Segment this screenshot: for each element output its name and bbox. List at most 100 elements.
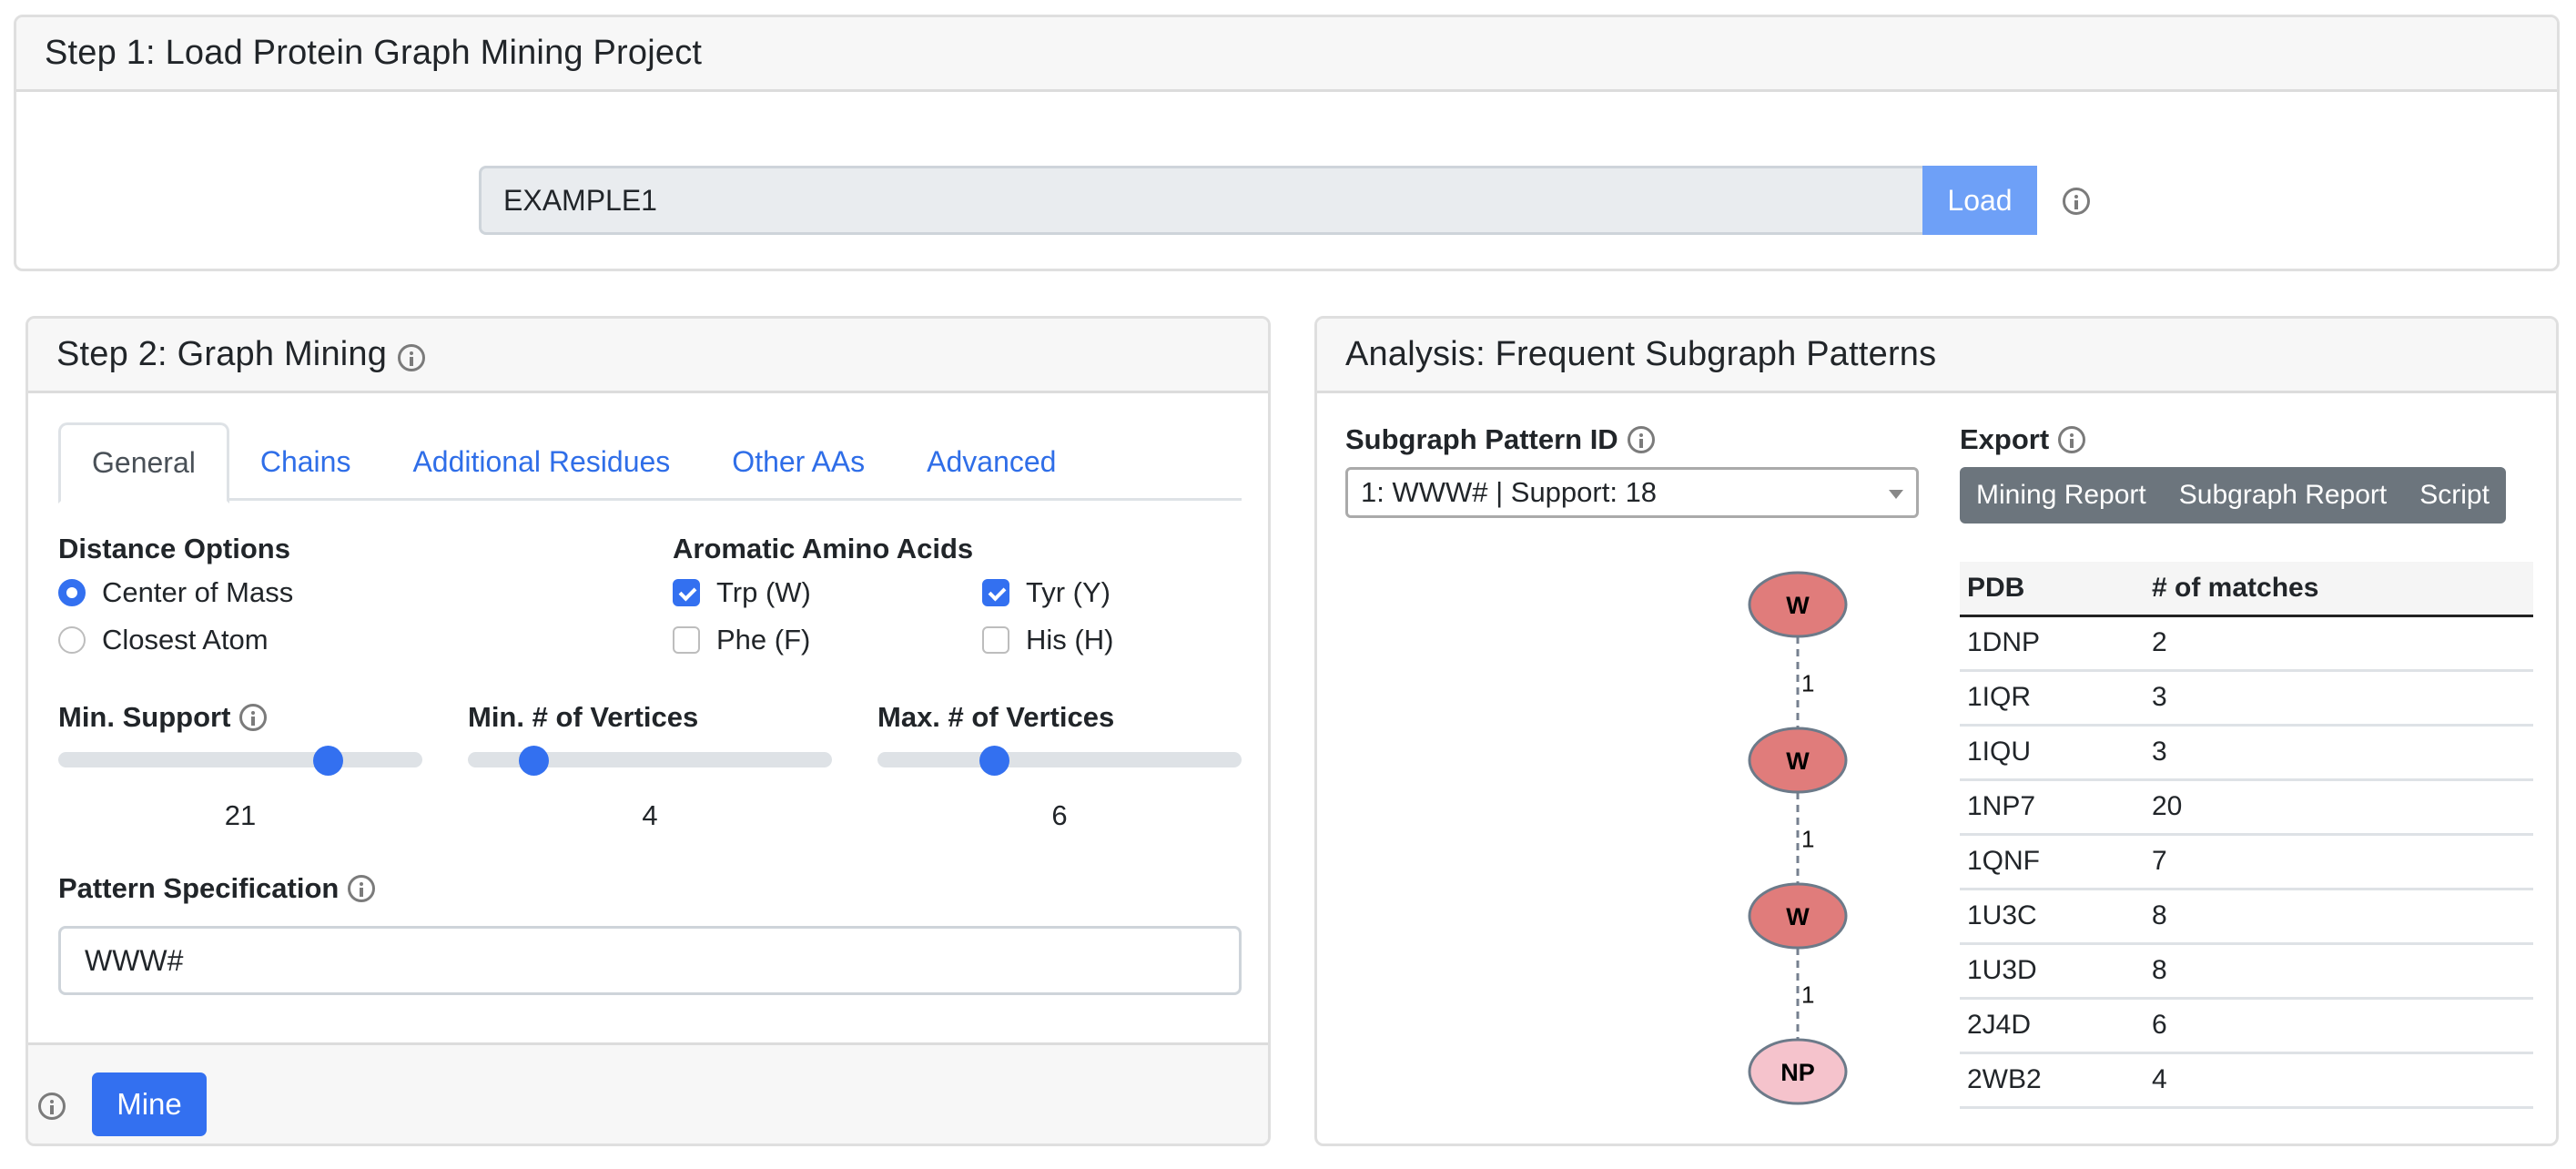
- slider-thumb[interactable]: [313, 745, 343, 776]
- pattern-id-text: Subgraph Pattern ID: [1345, 423, 1618, 455]
- mining-report-button[interactable]: Mining Report: [1960, 467, 2163, 524]
- matches-cell: 3: [2145, 670, 2533, 727]
- pdb-id-cell: 1NP7: [1960, 779, 2145, 836]
- graph-node-label: W: [1786, 903, 1810, 930]
- export-label: Export: [1960, 423, 2086, 456]
- checkbox[interactable]: [673, 579, 700, 606]
- pdb-id-cell: 1IQU: [1960, 725, 2145, 781]
- table-row[interactable]: 1DNP 2: [1960, 615, 2533, 672]
- mining-footer: Mine: [28, 1042, 1268, 1144]
- table-row[interactable]: 1IQU 3: [1960, 725, 2533, 781]
- pdb-id-cell: 1DNP: [1960, 615, 2145, 672]
- mine-button[interactable]: Mine: [92, 1072, 207, 1136]
- table-row[interactable]: 1U3D 8: [1960, 943, 2533, 1000]
- load-project-header: Step 1: Load Protein Graph Mining Projec…: [16, 17, 2557, 92]
- radio-button[interactable]: [58, 626, 86, 654]
- pattern-spec-label: Pattern Specification: [58, 872, 376, 905]
- graph-edge-label: 1: [1801, 981, 1814, 1009]
- checkbox-his[interactable]: His (H): [982, 624, 1113, 656]
- analysis-title: Analysis: Frequent Subgraph Patterns: [1345, 335, 1937, 373]
- export-text: Export: [1960, 423, 2050, 455]
- export-button-group: Mining Report Subgraph Report Script: [1960, 467, 2506, 524]
- pdb-id-cell: 2WB2: [1960, 1052, 2145, 1109]
- info-icon[interactable]: [38, 1093, 66, 1120]
- checkbox-tyr[interactable]: Tyr (Y): [982, 576, 1111, 609]
- checkbox[interactable]: [982, 579, 1009, 606]
- checkbox-label: Trp (W): [716, 576, 811, 608]
- info-icon[interactable]: [239, 704, 268, 731]
- min-support-slider[interactable]: [58, 745, 422, 776]
- min-vertices-slider[interactable]: [468, 745, 832, 776]
- radio-button[interactable]: [58, 579, 86, 606]
- tab-other-aas[interactable]: Other AAs: [701, 422, 896, 501]
- script-button[interactable]: Script: [2403, 467, 2506, 524]
- info-icon[interactable]: [1627, 426, 1655, 453]
- graph-edge-label: 1: [1801, 670, 1814, 697]
- max-vertices-value: 6: [1051, 799, 1068, 831]
- distance-options-label: Distance Options: [58, 533, 290, 564]
- radio-label: Closest Atom: [102, 624, 269, 656]
- tab-advanced[interactable]: Advanced: [896, 422, 1087, 501]
- project-name-input[interactable]: EXAMPLE1: [479, 166, 1939, 235]
- checkbox-label: Tyr (Y): [1026, 576, 1111, 608]
- table-row[interactable]: 1IQR 3: [1960, 670, 2533, 727]
- radio-label: Center of Mass: [102, 576, 294, 608]
- subgraph-report-button[interactable]: Subgraph Report: [2163, 467, 2404, 524]
- matches-cell: 7: [2145, 834, 2533, 890]
- info-icon[interactable]: [2063, 188, 2090, 215]
- radio-closest-atom[interactable]: Closest Atom: [58, 624, 269, 656]
- analysis-card: Analysis: Frequent Subgraph Patterns Sub…: [1314, 316, 2559, 1146]
- table-row[interactable]: 1NP7 20: [1960, 779, 2533, 836]
- graph-node-label: NP: [1780, 1059, 1815, 1086]
- matches-cell: 8: [2145, 889, 2533, 945]
- load-project-title: Step 1: Load Protein Graph Mining Projec…: [45, 34, 703, 72]
- table-row[interactable]: 2WB2 4: [1960, 1052, 2533, 1109]
- graph-edge-label: 1: [1801, 826, 1814, 853]
- table-row[interactable]: 2J4D 6: [1960, 998, 2533, 1054]
- matches-cell: 6: [2145, 998, 2533, 1054]
- table-row[interactable]: 1U3C 8: [1960, 889, 2533, 945]
- matches-cell: 4: [2145, 1052, 2533, 1109]
- graph-mining-title: Step 2: Graph Mining: [56, 335, 388, 373]
- tab-general[interactable]: General: [58, 422, 229, 503]
- header-matches: # of matches: [2145, 562, 2533, 617]
- graph-node-label: W: [1786, 747, 1810, 775]
- checkbox-trp[interactable]: Trp (W): [673, 576, 811, 609]
- pattern-spec-text: Pattern Specification: [58, 872, 340, 904]
- table-row[interactable]: 1QNF 7: [1960, 834, 2533, 890]
- checkbox-phe[interactable]: Phe (F): [673, 624, 810, 656]
- checkbox[interactable]: [673, 626, 700, 654]
- pdb-id-cell: 1U3D: [1960, 943, 2145, 1000]
- header-pdb: PDB: [1960, 562, 2145, 617]
- slider-thumb[interactable]: [979, 745, 1009, 776]
- checkbox[interactable]: [982, 626, 1009, 654]
- min-support-label: Min. Support: [58, 701, 268, 734]
- pdb-id-cell: 1IQR: [1960, 670, 2145, 727]
- radio-center-of-mass[interactable]: Center of Mass: [58, 576, 293, 609]
- graph-mining-card: Step 2: Graph Mining General Chains Addi…: [25, 316, 1271, 1146]
- info-icon[interactable]: [2058, 426, 2086, 453]
- min-vertices-label: Min. # of Vertices: [468, 701, 699, 733]
- pattern-spec-input[interactable]: WWW#: [58, 926, 1242, 995]
- dropdown-arrow-icon: [1889, 490, 1903, 499]
- min-vertices-value: 4: [642, 799, 658, 831]
- checkbox-label: Phe (F): [716, 624, 811, 656]
- load-project-card: Step 1: Load Protein Graph Mining Projec…: [14, 15, 2560, 271]
- slider-thumb[interactable]: [519, 745, 549, 776]
- max-vertices-label: Max. # of Vertices: [877, 701, 1115, 733]
- analysis-header: Analysis: Frequent Subgraph Patterns: [1317, 319, 2556, 393]
- info-icon[interactable]: [348, 875, 376, 902]
- load-button[interactable]: Load: [1922, 166, 2037, 235]
- pattern-id-selected: 1: WWW# | Support: 18: [1361, 476, 1658, 508]
- min-support-text: Min. Support: [58, 701, 231, 733]
- matches-cell: 8: [2145, 943, 2533, 1000]
- matches-cell: 2: [2145, 615, 2533, 672]
- tab-chains[interactable]: Chains: [229, 422, 382, 501]
- tab-additional-residues[interactable]: Additional Residues: [381, 422, 701, 501]
- graph-node-label: W: [1786, 592, 1810, 619]
- max-vertices-slider[interactable]: [877, 745, 1242, 776]
- pattern-id-select[interactable]: 1: WWW# | Support: 18: [1345, 467, 1919, 518]
- checkbox-label: His (H): [1026, 624, 1114, 656]
- pdb-id-cell: 2J4D: [1960, 998, 2145, 1054]
- info-icon[interactable]: [398, 343, 426, 371]
